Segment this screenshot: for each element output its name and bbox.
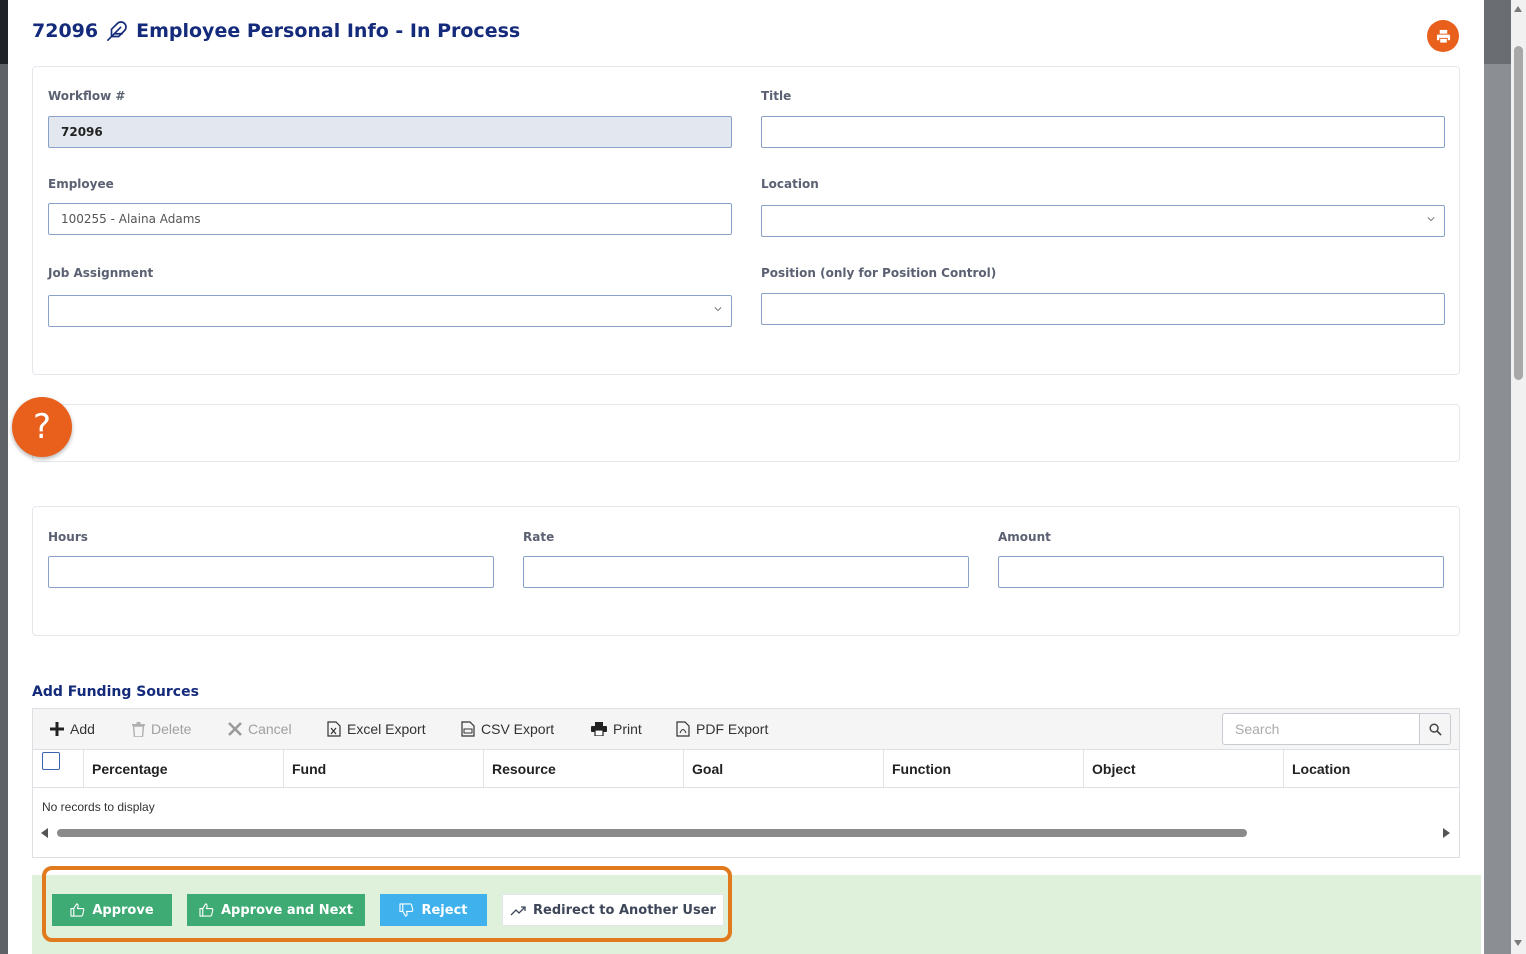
chevron-down-icon	[1427, 217, 1435, 222]
delete-label: Delete	[151, 721, 192, 737]
page-title: 72096 Employee Personal Info - In Proces…	[32, 20, 520, 42]
hours-field[interactable]	[48, 556, 494, 588]
page-title-text: Employee Personal Info - In Process	[136, 20, 521, 42]
amount-field[interactable]	[998, 556, 1444, 588]
job-assignment-label: Job Assignment	[48, 266, 154, 280]
excel-export-label: Excel Export	[347, 721, 426, 737]
chevron-down-icon	[714, 307, 722, 312]
printer-icon	[591, 722, 607, 736]
col-header-resource[interactable]: Resource	[483, 750, 683, 787]
rate-field[interactable]	[523, 556, 969, 588]
location-dropdown[interactable]	[761, 205, 1445, 237]
reject-button[interactable]: Reject	[380, 894, 487, 926]
pdf-file-icon	[676, 721, 690, 737]
cancel-label: Cancel	[248, 721, 292, 737]
hours-label: Hours	[48, 530, 88, 544]
empty-grid-message: No records to display	[42, 800, 155, 814]
close-icon	[228, 722, 242, 736]
pay-panel: Hours Rate Amount	[32, 506, 1460, 636]
pdf-export-button[interactable]: PDF Export	[676, 709, 768, 749]
col-header-object[interactable]: Object	[1083, 750, 1283, 787]
grid-horizontal-scrollbar[interactable]	[33, 826, 1459, 840]
approve-button[interactable]: Approve	[52, 894, 172, 926]
col-header-goal[interactable]: Goal	[683, 750, 883, 787]
employee-field[interactable]: 100255 - Alaina Adams	[48, 203, 732, 235]
funding-grid: Add Delete Cancel Excel Export CSV Expor…	[32, 708, 1460, 858]
empty-section-panel	[32, 404, 1460, 462]
title-field[interactable]	[761, 116, 1445, 148]
workflow-field[interactable]: 72096	[48, 116, 732, 148]
scroll-down-arrow[interactable]	[1514, 940, 1522, 946]
grid-header-row: Percentage Fund Resource Goal Function O…	[33, 750, 1459, 788]
select-all-checkbox[interactable]	[42, 752, 60, 770]
delete-button[interactable]: Delete	[132, 709, 191, 749]
feather-pen-icon	[107, 21, 127, 41]
print-label: Print	[613, 721, 642, 737]
printer-icon	[1436, 29, 1450, 44]
modal-dialog: 72096 Employee Personal Info - In Proces…	[8, 0, 1484, 954]
grid-search-input[interactable]	[1222, 713, 1420, 745]
pdf-export-label: PDF Export	[696, 721, 769, 737]
job-assignment-dropdown[interactable]	[48, 295, 732, 327]
page-scrollbar[interactable]	[1511, 0, 1526, 954]
amount-label: Amount	[998, 530, 1051, 544]
search-icon	[1428, 722, 1442, 736]
thumbs-up-icon	[199, 903, 214, 917]
scroll-right-arrow[interactable]	[1443, 828, 1450, 838]
col-header-fund[interactable]: Fund	[283, 750, 483, 787]
print-button[interactable]	[1427, 20, 1459, 52]
excel-file-icon	[327, 721, 341, 737]
csv-export-label: CSV Export	[481, 721, 555, 737]
thumbs-up-icon	[70, 903, 85, 917]
trending-up-icon	[510, 905, 526, 915]
position-field[interactable]	[761, 293, 1445, 325]
workflow-label: Workflow #	[48, 89, 126, 103]
reject-label: Reject	[421, 902, 468, 918]
funding-section-title: Add Funding Sources	[32, 684, 199, 700]
col-header-location[interactable]: Location	[1283, 750, 1459, 787]
grid-toolbar: Add Delete Cancel Excel Export CSV Expor…	[33, 709, 1459, 750]
approve-and-next-button[interactable]: Approve and Next	[187, 894, 365, 926]
workflow-number: 72096	[32, 20, 99, 42]
scroll-left-arrow[interactable]	[41, 828, 48, 838]
plus-icon	[50, 722, 64, 736]
scroll-thumb[interactable]	[57, 829, 1247, 837]
location-label: Location	[761, 177, 819, 191]
search-button[interactable]	[1419, 713, 1451, 745]
help-button[interactable]: ?	[12, 397, 72, 457]
csv-export-button[interactable]: CSV Export	[461, 709, 554, 749]
position-label: Position (only for Position Control)	[761, 266, 997, 280]
rate-label: Rate	[523, 530, 555, 544]
redirect-button[interactable]: Redirect to Another User	[502, 894, 724, 926]
col-header-percentage[interactable]: Percentage	[83, 750, 283, 787]
excel-export-button[interactable]: Excel Export	[327, 709, 426, 749]
employee-label: Employee	[48, 177, 114, 191]
employee-info-panel: Workflow # 72096 Title Employee 100255 -…	[32, 66, 1460, 375]
approve-and-next-label: Approve and Next	[221, 902, 353, 918]
col-header-function[interactable]: Function	[883, 750, 1083, 787]
window-left-edge	[0, 0, 8, 954]
scroll-up-arrow[interactable]	[1514, 6, 1522, 12]
title-label: Title	[761, 89, 792, 103]
help-label: ?	[32, 407, 52, 447]
thumbs-down-icon	[399, 903, 414, 917]
add-button[interactable]: Add	[50, 709, 95, 749]
cancel-button[interactable]: Cancel	[228, 709, 292, 749]
trash-icon	[132, 721, 145, 737]
approve-label: Approve	[92, 902, 154, 918]
page-scroll-thumb[interactable]	[1514, 46, 1523, 380]
add-label: Add	[70, 721, 95, 737]
print-grid-button[interactable]: Print	[591, 709, 642, 749]
redirect-label: Redirect to Another User	[533, 902, 716, 918]
csv-file-icon	[461, 721, 475, 737]
